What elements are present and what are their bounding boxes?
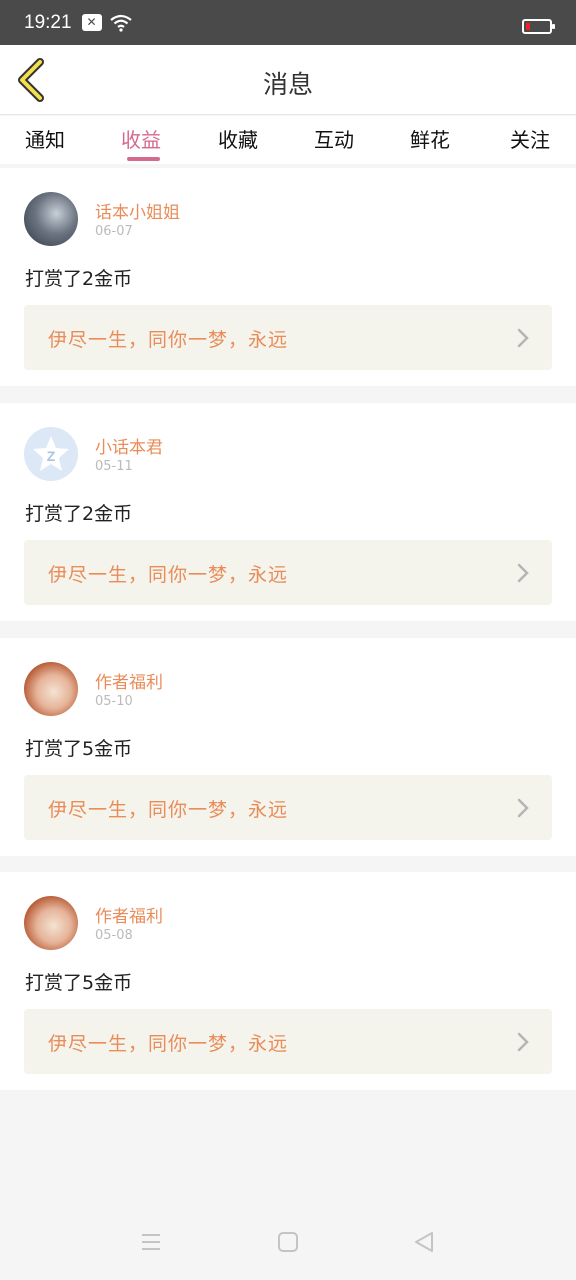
book-link[interactable]: 伊尽一生，同你一梦，永远 bbox=[24, 1009, 552, 1074]
page-title: 消息 bbox=[262, 70, 313, 99]
book-title: 伊尽一生，同你一梦，永远 bbox=[48, 799, 289, 821]
status-time: 19:21 bbox=[24, 11, 72, 33]
reward-text: 打赏了2金币 bbox=[25, 268, 133, 290]
book-link[interactable]: 伊尽一生，同你一梦，永远 bbox=[24, 540, 552, 605]
menu-icon[interactable] bbox=[139, 1230, 163, 1254]
battery-icon bbox=[522, 19, 555, 34]
avatar[interactable]: Z bbox=[24, 427, 78, 481]
svg-text:Z: Z bbox=[47, 448, 56, 464]
avatar[interactable] bbox=[24, 896, 78, 950]
reward-text: 打赏了5金币 bbox=[25, 972, 133, 994]
tab-flowers[interactable]: 鲜花 bbox=[410, 124, 450, 153]
sender-name[interactable]: 作者福利 bbox=[95, 668, 163, 693]
message-card: 话本小姐姐 06-07 打赏了2金币 伊尽一生，同你一梦，永远 bbox=[0, 168, 576, 386]
avatar[interactable] bbox=[24, 192, 78, 246]
message-card: Z 小话本君 05-11 打赏了2金币 伊尽一生，同你一梦，永远 bbox=[0, 403, 576, 621]
tab-earnings[interactable]: 收益 bbox=[121, 124, 161, 153]
reward-text: 打赏了2金币 bbox=[25, 503, 133, 525]
active-tab-indicator bbox=[127, 157, 160, 161]
tab-bar: 通知 收益 收藏 互动 鲜花 关注 bbox=[0, 116, 576, 164]
home-icon[interactable] bbox=[276, 1230, 300, 1254]
sender-name[interactable]: 作者福利 bbox=[95, 902, 163, 927]
sender-name[interactable]: 话本小姐姐 bbox=[95, 198, 180, 223]
chevron-right-icon bbox=[517, 798, 529, 818]
wifi-icon bbox=[109, 14, 132, 32]
message-card: 作者福利 05-08 打赏了5金币 伊尽一生，同你一梦，永远 bbox=[0, 872, 576, 1090]
message-date: 05-08 bbox=[95, 928, 133, 943]
tab-interactions[interactable]: 互动 bbox=[314, 124, 354, 153]
system-nav-bar bbox=[0, 1200, 576, 1280]
tab-notifications[interactable]: 通知 bbox=[25, 124, 65, 153]
book-link[interactable]: 伊尽一生，同你一梦，永远 bbox=[24, 775, 552, 840]
chevron-right-icon bbox=[517, 328, 529, 348]
avatar[interactable] bbox=[24, 662, 78, 716]
sender-name[interactable]: 小话本君 bbox=[95, 433, 163, 458]
message-date: 06-07 bbox=[95, 224, 133, 239]
back-triangle-icon[interactable] bbox=[412, 1230, 436, 1254]
chevron-right-icon bbox=[517, 1032, 529, 1052]
notification-icon: ✕ bbox=[81, 14, 102, 31]
message-date: 05-10 bbox=[95, 694, 133, 709]
message-card: 作者福利 05-10 打赏了5金币 伊尽一生，同你一梦，永远 bbox=[0, 638, 576, 856]
tab-following[interactable]: 关注 bbox=[510, 124, 550, 153]
reward-text: 打赏了5金币 bbox=[25, 738, 133, 760]
chevron-right-icon bbox=[517, 563, 529, 583]
message-date: 05-11 bbox=[95, 459, 133, 474]
book-title: 伊尽一生，同你一梦，永远 bbox=[48, 564, 289, 586]
default-avatar-icon: Z bbox=[33, 436, 69, 471]
book-title: 伊尽一生，同你一梦，永远 bbox=[48, 329, 289, 351]
tab-favorites[interactable]: 收藏 bbox=[218, 124, 258, 153]
book-link[interactable]: 伊尽一生，同你一梦，永远 bbox=[24, 305, 552, 370]
status-bar: 19:21 ✕ bbox=[0, 0, 576, 45]
book-title: 伊尽一生，同你一梦，永远 bbox=[48, 1033, 289, 1055]
app-header: 消息 bbox=[0, 45, 576, 115]
